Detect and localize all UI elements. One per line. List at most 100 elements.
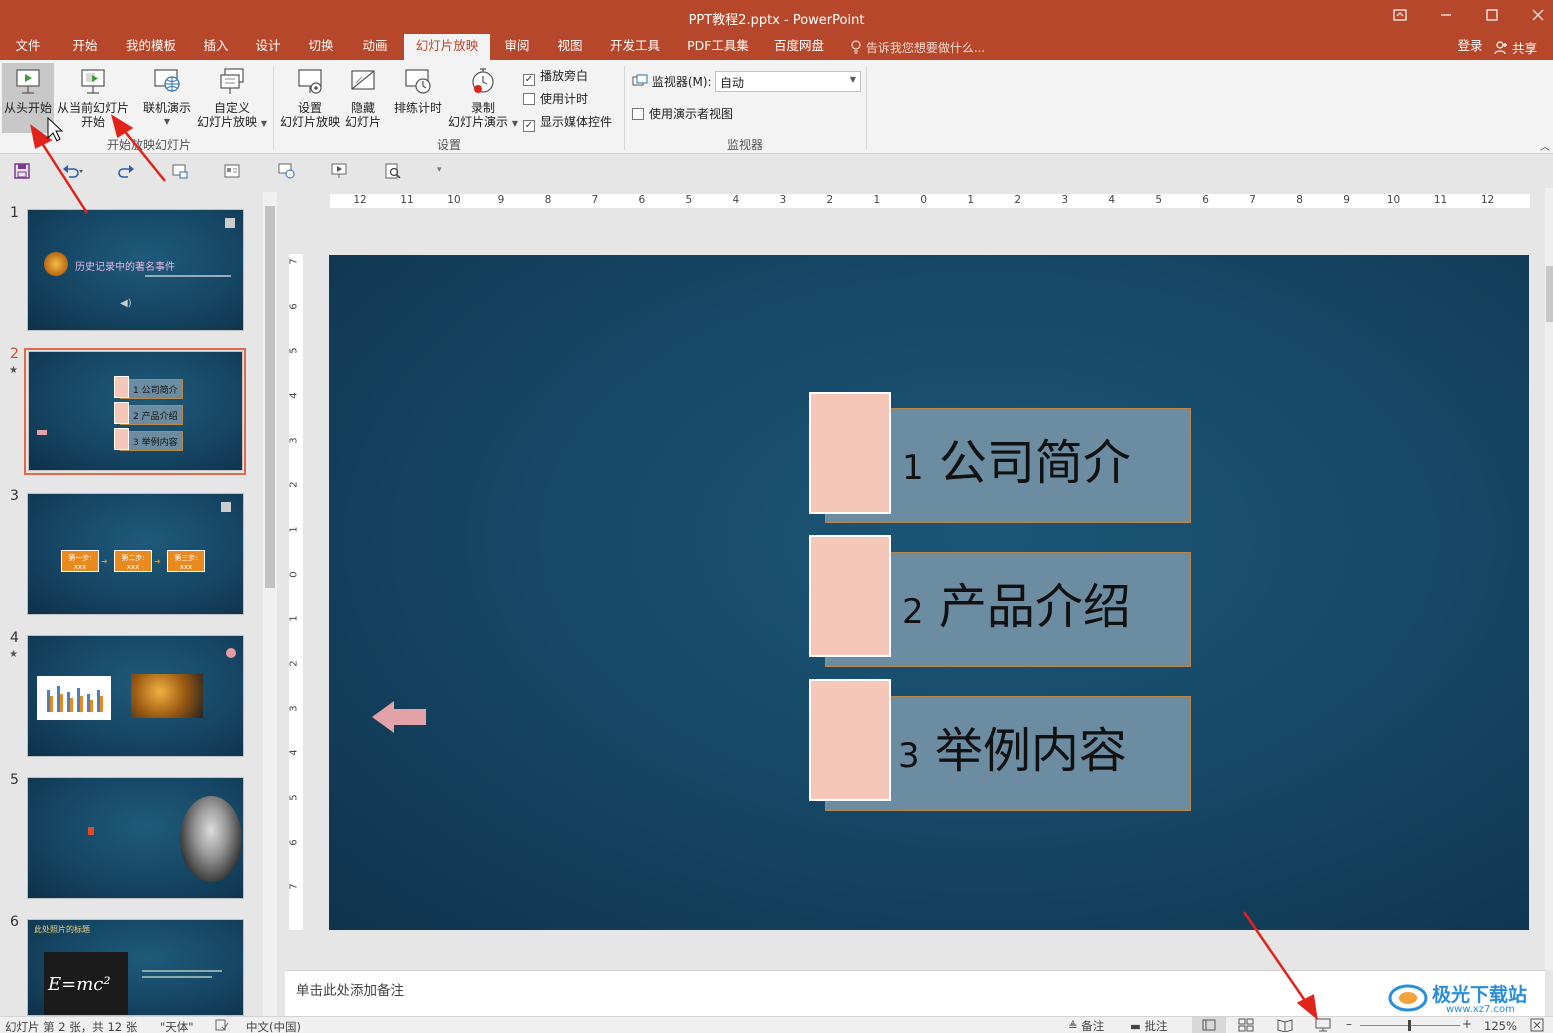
record-label-2: 幻灯片演示 ▼ bbox=[448, 115, 518, 129]
tab-insert[interactable]: 插入 bbox=[194, 34, 238, 60]
slideshow-icon[interactable] bbox=[331, 163, 347, 182]
slide-number: 5 bbox=[10, 772, 19, 788]
slide-thumbnail-4[interactable] bbox=[27, 635, 244, 757]
slide-number: 3 bbox=[10, 488, 19, 504]
tab-slideshow[interactable]: 幻灯片放映 bbox=[404, 34, 490, 60]
ruler-tick-label: 3 bbox=[288, 704, 300, 712]
notes-toggle-button[interactable]: ≜ 备注 bbox=[1068, 1018, 1104, 1033]
setup-show-label-1: 设置 bbox=[297, 101, 322, 115]
print-preview-icon[interactable] bbox=[385, 163, 401, 182]
tab-view[interactable]: 视图 bbox=[548, 34, 592, 60]
fit-to-window-icon[interactable] bbox=[1530, 1018, 1544, 1033]
presenter-view-checkbox[interactable]: 使用演示者视图 bbox=[632, 105, 733, 122]
undo-icon[interactable] bbox=[62, 163, 84, 182]
speaker-icon: ◀) bbox=[120, 298, 132, 309]
ruler-tick-label: 1 bbox=[873, 194, 881, 206]
rehearse-label: 排练计时 bbox=[393, 101, 442, 115]
from-current-slide-button[interactable]: 从当前幻灯片 开始 bbox=[56, 67, 130, 129]
ruler-tick-label: 4 bbox=[288, 392, 300, 399]
slide-thumbnail-1[interactable]: 历史记录中的著名事件 ◀) bbox=[27, 209, 244, 331]
setup-slideshow-icon bbox=[295, 67, 325, 97]
login-link[interactable]: 登录 bbox=[1452, 34, 1488, 60]
custom-show-label-2: 幻灯片放映 ▼ bbox=[197, 115, 267, 129]
reading-view-icon[interactable] bbox=[1277, 1018, 1293, 1033]
tab-baidu-netdisk[interactable]: 百度网盘 bbox=[766, 34, 832, 60]
slide-thumbnail-3[interactable]: 第一步: xxx ➜ 第二步: xxx ➜ 第三步: xxx bbox=[27, 493, 244, 615]
ruler-tick-label: 4 bbox=[288, 749, 300, 757]
scrollbar-thumb[interactable] bbox=[265, 206, 275, 588]
animation-star-icon: ★ bbox=[9, 365, 18, 376]
back-arrow-shape[interactable] bbox=[372, 699, 428, 738]
slide-thumbnail-5[interactable] bbox=[27, 777, 244, 899]
ribbon-display-options-icon[interactable] bbox=[1378, 5, 1422, 29]
thumbnail-scrollbar[interactable] bbox=[263, 192, 277, 1018]
zoom-level[interactable]: 125% bbox=[1484, 1019, 1517, 1033]
hide-slide-button[interactable]: 隐藏 幻灯片 bbox=[342, 67, 384, 129]
tab-animations[interactable]: 动画 bbox=[353, 34, 397, 60]
save-icon[interactable] bbox=[14, 163, 30, 182]
zoom-in-icon[interactable]: + bbox=[1462, 1017, 1472, 1031]
thumb-portrait-image bbox=[180, 796, 242, 882]
from-beginning-button[interactable]: 从头开始 bbox=[2, 63, 54, 133]
slide-count-status: 幻灯片 第 2 张，共 12 张 bbox=[5, 1020, 138, 1033]
tab-home[interactable]: 开始 bbox=[62, 34, 108, 60]
rehearse-timings-button[interactable]: 排练计时 bbox=[390, 67, 446, 115]
maximize-icon[interactable] bbox=[1470, 5, 1514, 29]
slide-sorter-view-icon[interactable] bbox=[1238, 1018, 1254, 1033]
spelling-check-icon[interactable] bbox=[215, 1019, 229, 1033]
tab-design[interactable]: 设计 bbox=[246, 34, 290, 60]
play-narration-checkbox[interactable]: ✓ 播放旁白 bbox=[523, 67, 588, 86]
show-media-label: 显示媒体控件 bbox=[540, 115, 613, 129]
ruler-tick-label: 7 bbox=[288, 258, 300, 265]
slideshow-view-icon[interactable] bbox=[1315, 1018, 1331, 1033]
record-slideshow-button[interactable]: 录制 幻灯片演示 ▼ bbox=[446, 67, 520, 131]
show-media-controls-checkbox[interactable]: ✓ 显示媒体控件 bbox=[523, 113, 612, 132]
ruler-tick-label: 5 bbox=[1155, 194, 1162, 206]
notes-pane[interactable]: 单击此处添加备注 bbox=[285, 970, 1545, 1016]
ruler-tick-label: 8 bbox=[544, 194, 552, 206]
slide-canvas[interactable]: 1 公司简介 2 产品介绍 3 举例内容 bbox=[329, 255, 1529, 930]
tell-me-box[interactable]: 告诉我您想要做什么... bbox=[850, 39, 985, 55]
normal-view-icon[interactable] bbox=[1192, 1017, 1226, 1033]
monitor-select[interactable]: 自动 ▼ bbox=[715, 71, 861, 92]
present-online-icon[interactable] bbox=[278, 163, 296, 182]
ruler-tick-label: 2 bbox=[288, 660, 300, 667]
tab-developer[interactable]: 开发工具 bbox=[601, 34, 669, 60]
custom-show-button[interactable]: 自定义 幻灯片放映 ▼ bbox=[196, 67, 268, 131]
tab-transitions[interactable]: 切换 bbox=[299, 34, 343, 60]
tab-my-templates[interactable]: 我的模板 bbox=[118, 34, 184, 60]
editor-scrollbar[interactable] bbox=[1545, 188, 1553, 970]
redo-icon[interactable] bbox=[117, 163, 135, 182]
comments-toggle-button[interactable]: ▬ 批注 bbox=[1130, 1018, 1168, 1033]
minimize-icon[interactable] bbox=[1424, 5, 1468, 29]
slide-icon bbox=[221, 502, 231, 512]
new-slide-icon[interactable] bbox=[172, 163, 188, 182]
slide-thumbnail-2[interactable]: 1 公司简介 2 产品介绍 3 举例内容 bbox=[28, 351, 243, 471]
tab-pdf-tools[interactable]: PDF工具集 bbox=[680, 34, 756, 60]
setup-show-button[interactable]: 设置 幻灯片放映 bbox=[278, 67, 342, 129]
online-present-button[interactable]: 联机演示 ▼ bbox=[138, 67, 196, 129]
thumb-small-icon bbox=[88, 827, 94, 835]
customize-qat-icon[interactable]: ▾ bbox=[437, 165, 442, 175]
share-label: 共享 bbox=[1511, 41, 1537, 56]
slide-thumbnail-6[interactable]: 此处照片的标题 E=mc² bbox=[27, 919, 244, 1016]
ruler-tick-label: 10 bbox=[447, 194, 461, 206]
use-timings-checkbox[interactable]: 使用计时 bbox=[523, 90, 588, 107]
zoom-out-icon[interactable]: – bbox=[1346, 1017, 1352, 1031]
tab-review[interactable]: 审阅 bbox=[495, 34, 539, 60]
layout-icon[interactable] bbox=[224, 163, 240, 182]
language-status[interactable]: 中文(中国) bbox=[246, 1019, 301, 1033]
close-icon[interactable] bbox=[1516, 5, 1553, 29]
ruler-tick-label: 6 bbox=[288, 302, 300, 310]
zoom-slider-thumb[interactable] bbox=[1408, 1020, 1411, 1031]
zoom-slider[interactable] bbox=[1360, 1020, 1460, 1031]
from-current-label-1: 从当前幻灯片 bbox=[56, 101, 129, 115]
collapse-ribbon-icon[interactable]: ︿ bbox=[1540, 138, 1550, 153]
scrollbar-thumb[interactable] bbox=[1546, 266, 1553, 322]
agenda-item-2-square bbox=[809, 535, 891, 657]
tab-file[interactable]: 文件 bbox=[6, 34, 50, 60]
slide-number: 6 bbox=[10, 914, 19, 930]
share-button[interactable]: 共享 bbox=[1494, 38, 1537, 56]
slide-number: 4 bbox=[10, 630, 19, 646]
ruler-tick-label: 2 bbox=[826, 194, 834, 206]
